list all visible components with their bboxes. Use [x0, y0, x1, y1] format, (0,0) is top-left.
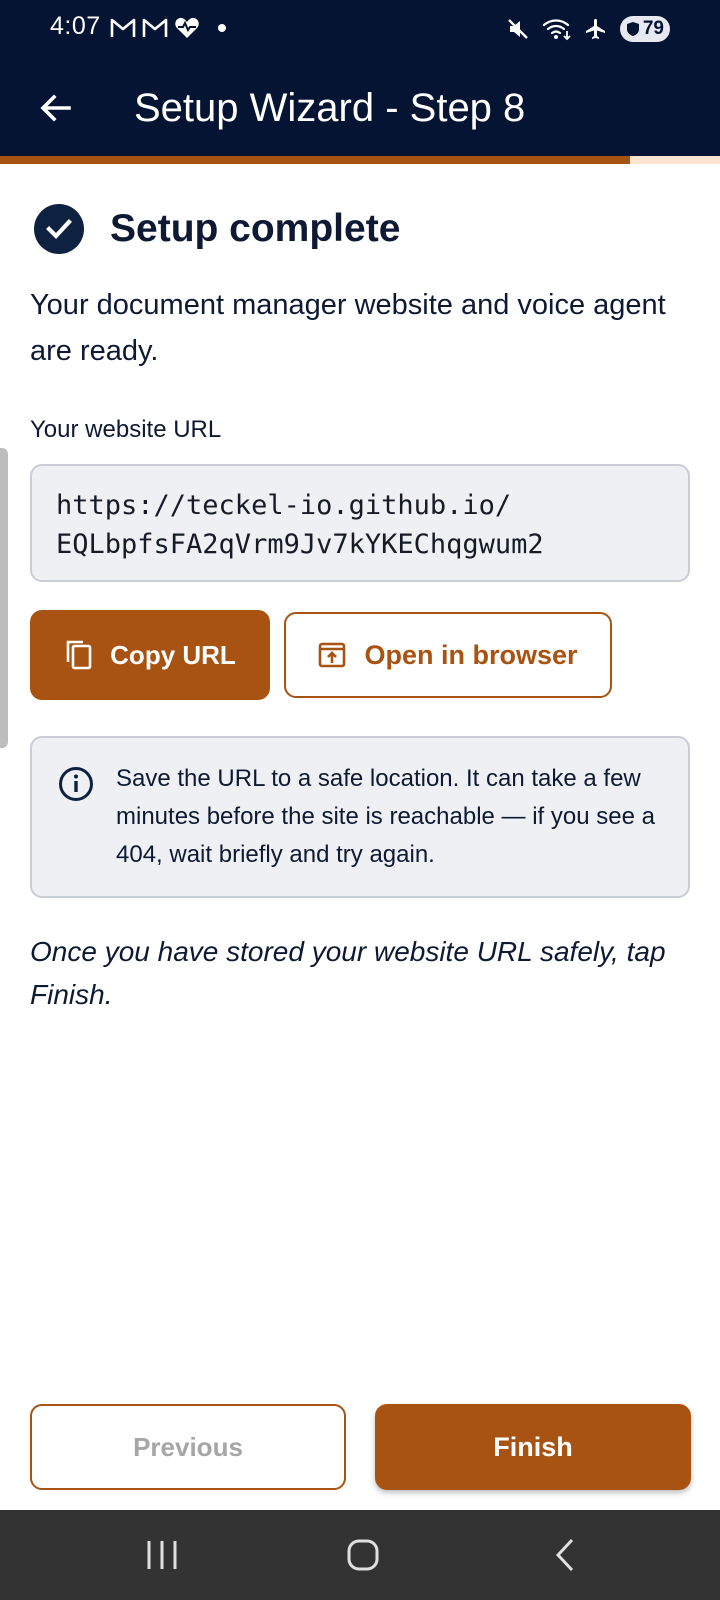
status-system-icons: 79	[506, 16, 670, 42]
home-icon	[347, 1539, 379, 1571]
copy-url-label: Copy URL	[110, 639, 236, 670]
battery-level: 79	[642, 18, 664, 39]
notification-dot-icon	[218, 24, 226, 32]
page-title: Setup Wizard - Step 8	[134, 86, 526, 130]
system-back-button[interactable]	[536, 1534, 596, 1576]
url-line-1: https://teckel-io.github.io/	[56, 490, 512, 521]
url-label: Your website URL	[30, 416, 222, 443]
copy-icon	[66, 640, 92, 670]
battery-icon: 79	[619, 16, 670, 42]
shield-icon	[626, 22, 639, 36]
finish-button[interactable]: Finish	[375, 1404, 691, 1490]
chevron-left-icon	[555, 1538, 574, 1572]
status-notification-icons	[110, 16, 226, 40]
arrow-left-icon	[40, 94, 71, 122]
edge-panel-handle[interactable]	[0, 448, 8, 748]
check-circle-icon	[34, 204, 84, 254]
back-button[interactable]	[28, 80, 84, 136]
gmail-icon	[142, 18, 168, 37]
headline-row: Setup complete	[34, 204, 400, 254]
wifi-icon	[542, 19, 571, 41]
status-time: 4:07	[50, 12, 101, 40]
app-bar: Setup Wizard - Step 8	[0, 60, 720, 156]
recent-apps-icon	[147, 1541, 177, 1569]
intro-text: Your document manager website and voice …	[30, 289, 666, 367]
info-text: Save the URL to a safe location. It can …	[116, 765, 655, 868]
website-url-field[interactable]: https://teckel-io.github.io/ EQLbpfsFA2q…	[30, 464, 690, 582]
previous-button[interactable]: Previous	[30, 1404, 346, 1490]
finish-hint: Once you have stored your website URL sa…	[30, 936, 666, 1010]
info-icon	[59, 767, 93, 801]
mute-icon	[508, 19, 528, 39]
status-bar: 4:07 79	[0, 0, 720, 60]
info-card: Save the URL to a safe location. It can …	[30, 736, 690, 898]
open-in-browser-label: Open in browser	[364, 639, 578, 670]
system-navigation-bar	[0, 1510, 720, 1600]
airplane-icon	[585, 19, 605, 39]
gmail-icon	[110, 18, 136, 37]
open-in-browser-button[interactable]: Open in browser	[284, 612, 612, 698]
url-line-2: EQLbpfsFA2qVrm9Jv7kYKEChqgwum2	[56, 529, 544, 560]
setup-complete-heading: Setup complete	[110, 207, 401, 250]
recent-apps-button[interactable]	[132, 1534, 192, 1576]
copy-url-button[interactable]: Copy URL	[30, 610, 270, 700]
open-in-browser-icon	[319, 642, 346, 668]
wizard-progress-bar	[0, 156, 720, 164]
home-button[interactable]	[333, 1534, 393, 1576]
wizard-progress-fill	[0, 156, 630, 164]
heart-rate-icon	[175, 17, 199, 38]
